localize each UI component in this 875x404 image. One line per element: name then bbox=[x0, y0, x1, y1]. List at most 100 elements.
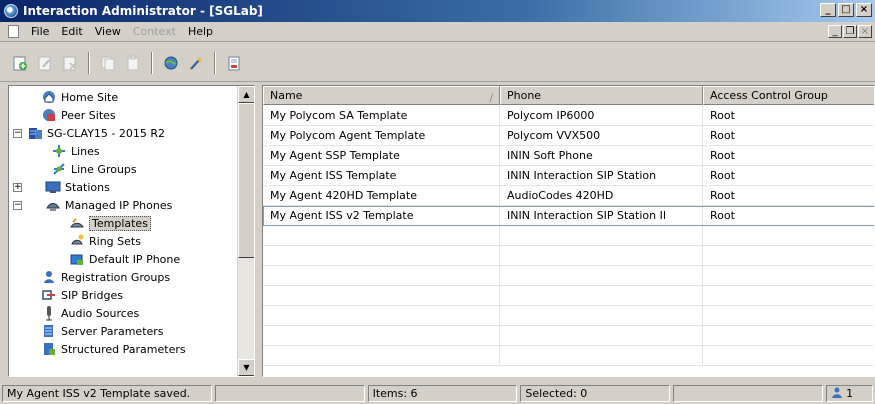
menu-context: Context bbox=[132, 25, 176, 38]
tree-item-sip-bridges[interactable]: SIP Bridges bbox=[41, 286, 123, 304]
cell-phone: Polycom IP6000 bbox=[500, 106, 703, 126]
tree-label: Structured Parameters bbox=[61, 342, 186, 356]
expand-icon[interactable]: + bbox=[13, 182, 22, 192]
status-spacer bbox=[214, 385, 365, 402]
tree-item-default-ip-phone[interactable]: Default IP Phone bbox=[69, 250, 180, 268]
cell-phone: AudioCodes 420HD bbox=[500, 186, 703, 206]
menu-view[interactable]: View bbox=[89, 25, 127, 38]
tree-item-peer-sites[interactable]: Peer Sites bbox=[41, 106, 116, 124]
line-groups-icon bbox=[51, 161, 67, 177]
status-bar: My Agent ISS v2 Template saved. Items: 6… bbox=[0, 383, 875, 404]
document-icon[interactable] bbox=[8, 25, 19, 38]
tree-item-line-groups[interactable]: Line Groups bbox=[51, 160, 137, 178]
tree-label: Stations bbox=[65, 180, 110, 194]
tree-label: Managed IP Phones bbox=[65, 198, 173, 212]
tree-label: SIP Bridges bbox=[61, 288, 123, 302]
cell-access-group: Root bbox=[703, 146, 874, 166]
table-row[interactable]: My Polycom SA Template Polycom IP6000 Ro… bbox=[263, 106, 874, 126]
maximize-button[interactable]: □ bbox=[838, 3, 854, 17]
empty-row bbox=[263, 346, 874, 366]
tree-item-sg-clay15[interactable]: − SG-CLAY15 - 2015 R2 bbox=[13, 124, 165, 142]
list-header: Name ∕ Phone Access Control Group bbox=[263, 86, 874, 105]
tree-label: Registration Groups bbox=[61, 270, 171, 284]
table-row[interactable]: My Agent SSP Template ININ Soft Phone Ro… bbox=[263, 146, 874, 166]
sip-bridge-icon bbox=[41, 287, 57, 303]
empty-row bbox=[263, 306, 874, 326]
tree-item-ring-sets[interactable]: Ring Sets bbox=[69, 232, 141, 250]
cell-phone: ININ Soft Phone bbox=[500, 146, 703, 166]
tree-item-managed-ip-phones[interactable]: − Managed IP Phones bbox=[13, 196, 172, 214]
cell-name: My Polycom SA Template bbox=[263, 106, 500, 126]
cell-name: My Agent ISS Template bbox=[263, 166, 500, 186]
new-icon[interactable] bbox=[10, 53, 30, 73]
minimize-button[interactable]: _ bbox=[820, 3, 836, 17]
navigation-tree[interactable]: Home Site Peer Sites − SG-CLAY15 - 2015 … bbox=[8, 85, 255, 377]
tree-item-home-site[interactable]: Home Site bbox=[41, 88, 118, 106]
scroll-up-button[interactable]: ▲ bbox=[238, 86, 254, 103]
table-row[interactable]: My Agent 420HD Template AudioCodes 420HD… bbox=[263, 186, 874, 206]
mdi-close-button[interactable]: × bbox=[858, 25, 872, 38]
cell-phone: ININ Interaction SIP Station II bbox=[500, 206, 703, 226]
default-phone-icon bbox=[69, 251, 85, 267]
collapse-icon[interactable]: − bbox=[13, 200, 22, 210]
scroll-down-button[interactable]: ▼ bbox=[238, 359, 254, 376]
tree-scrollbar[interactable]: ▲ ▼ bbox=[237, 86, 254, 376]
empty-row bbox=[263, 226, 874, 246]
cell-access-group: Root bbox=[703, 206, 874, 226]
table-row[interactable]: My Polycom Agent Template Polycom VVX500… bbox=[263, 126, 874, 146]
registration-icon bbox=[41, 269, 57, 285]
empty-row bbox=[263, 326, 874, 346]
column-header-access-control-group[interactable]: Access Control Group bbox=[703, 86, 874, 105]
menu-edit[interactable]: Edit bbox=[55, 25, 88, 38]
templates-list[interactable]: Name ∕ Phone Access Control Group My Poly… bbox=[262, 85, 875, 377]
table-row[interactable]: My Agent ISS Template ININ Interaction S… bbox=[263, 166, 874, 186]
mdi-restore-button[interactable]: ❐ bbox=[843, 25, 857, 38]
toolbar bbox=[0, 44, 875, 82]
stations-icon bbox=[45, 179, 61, 195]
cell-name: My Polycom Agent Template bbox=[263, 126, 500, 146]
tree-label: Peer Sites bbox=[61, 108, 116, 122]
templates-icon bbox=[69, 215, 85, 231]
empty-row bbox=[263, 266, 874, 286]
scroll-thumb[interactable] bbox=[238, 103, 254, 258]
tree-item-stations[interactable]: + Stations bbox=[13, 178, 110, 196]
collapse-icon[interactable]: − bbox=[13, 128, 22, 138]
tree-label: Lines bbox=[71, 144, 100, 158]
close-button[interactable]: × bbox=[856, 3, 872, 17]
home-site-icon bbox=[41, 89, 57, 105]
cell-access-group: Root bbox=[703, 106, 874, 126]
table-row[interactable]: My Agent ISS v2 Template ININ Interactio… bbox=[263, 206, 874, 226]
tree-label: Line Groups bbox=[71, 162, 137, 176]
empty-row bbox=[263, 246, 874, 266]
cell-access-group: Root bbox=[703, 186, 874, 206]
tree-item-audio-sources[interactable]: Audio Sources bbox=[41, 304, 139, 322]
ip-phone-icon bbox=[45, 197, 61, 213]
tree-item-lines[interactable]: Lines bbox=[51, 142, 100, 160]
audio-icon bbox=[41, 305, 57, 321]
paste-icon bbox=[123, 53, 143, 73]
menu-help[interactable]: Help bbox=[182, 25, 219, 38]
status-selected: Selected: 0 bbox=[520, 385, 671, 402]
toolbar-separator bbox=[88, 51, 90, 74]
tree-item-registration-groups[interactable]: Registration Groups bbox=[41, 268, 170, 286]
window-title: Interaction Administrator - [SGLab] bbox=[23, 4, 263, 18]
lines-icon bbox=[51, 143, 67, 159]
mdi-minimize-button[interactable]: _ bbox=[828, 25, 842, 38]
cell-name: My Agent ISS v2 Template bbox=[263, 206, 500, 226]
properties-icon[interactable] bbox=[224, 53, 244, 73]
structured-params-icon bbox=[41, 341, 57, 357]
column-header-phone[interactable]: Phone bbox=[500, 86, 703, 105]
tree-label: Ring Sets bbox=[89, 234, 141, 248]
wand-icon[interactable] bbox=[186, 53, 206, 73]
tree-item-structured-parameters[interactable]: Structured Parameters bbox=[41, 340, 186, 358]
tree-item-templates[interactable]: Templates bbox=[69, 214, 151, 232]
status-message: My Agent ISS v2 Template saved. bbox=[2, 385, 212, 402]
menu-file[interactable]: File bbox=[25, 25, 55, 38]
column-header-name[interactable]: Name ∕ bbox=[263, 86, 500, 105]
app-icon[interactable] bbox=[4, 4, 18, 18]
user-icon bbox=[831, 386, 843, 401]
user-count: 1 bbox=[846, 387, 854, 400]
globe-icon[interactable] bbox=[161, 53, 181, 73]
tree-item-server-parameters[interactable]: Server Parameters bbox=[41, 322, 164, 340]
peer-sites-icon bbox=[41, 107, 57, 123]
